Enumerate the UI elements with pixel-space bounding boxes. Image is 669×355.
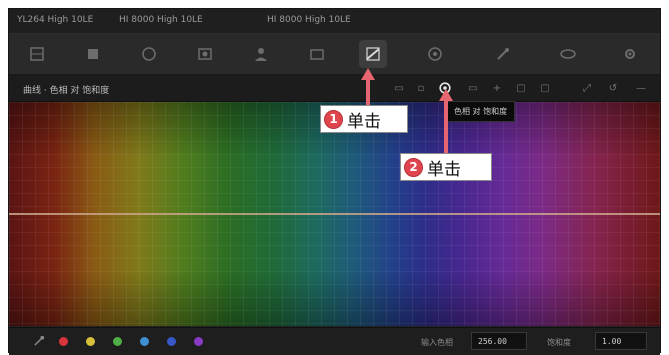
gear-icon[interactable] (616, 40, 644, 68)
reset-icon[interactable]: ↺ (605, 80, 621, 96)
person-icon[interactable] (247, 40, 275, 68)
picker-icon[interactable] (489, 40, 517, 68)
input-hue-label: 输入色相 (421, 338, 453, 347)
square-icon[interactable] (79, 40, 107, 68)
callout-2-text: 单击 (427, 159, 461, 180)
hue-vs-hue-icon[interactable]: ▫ (413, 80, 429, 96)
grid-icon[interactable] (23, 40, 51, 68)
hue-vs-lum-icon[interactable]: ▭ (465, 80, 481, 96)
swatch-cyan[interactable] (140, 337, 149, 346)
expand-icon[interactable]: ⤢ (579, 80, 595, 96)
swatch-yellow[interactable] (86, 337, 95, 346)
sat-vs-lum-icon[interactable]: ▢ (537, 80, 553, 96)
clip-title-left: YL264 High 10LE (17, 15, 94, 25)
palette-toolbar (9, 34, 660, 75)
sat-vs-sat-icon[interactable]: ▢ (513, 80, 529, 96)
more-icon[interactable]: — (633, 80, 649, 96)
lum-vs-sat-icon[interactable]: + (489, 80, 505, 96)
curves-icon[interactable] (359, 40, 387, 68)
title-bar: YL264 High 10LE HI 8000 High 10LE HI 800… (9, 9, 660, 34)
callout-2-arrow (444, 100, 448, 154)
swatch-magenta[interactable] (194, 337, 203, 346)
swatch-blue[interactable] (167, 337, 176, 346)
window-icon[interactable] (191, 40, 219, 68)
swatch-red[interactable] (59, 337, 68, 346)
curve-bottom-bar: 输入色相 256.00 饱和度 1.00 (9, 327, 660, 355)
callout-1-arrow (366, 79, 370, 106)
callout-1: 1 单击 (320, 105, 408, 133)
target-icon[interactable] (421, 40, 449, 68)
clip-title-mid: HI 8000 High 10LE (119, 15, 203, 25)
input-hue-field[interactable]: 256.00 (471, 332, 527, 350)
shape-icon[interactable] (554, 40, 582, 68)
saturation-label: 饱和度 (547, 338, 571, 347)
curves-subbar: 曲线 · 色相 对 饱和度 ▭ ▫ ▭ + ▢ ▢ ⤢ ↺ — (9, 75, 660, 102)
color-page-window: YL264 High 10LE HI 8000 High 10LE HI 800… (8, 8, 661, 355)
circle-icon[interactable] (135, 40, 163, 68)
callout-1-text: 单击 (347, 111, 381, 132)
clip-title-right: HI 8000 High 10LE (267, 15, 351, 25)
custom-curve-icon[interactable]: ▭ (391, 80, 407, 96)
hue-vs-sat-tooltip: 色相 对 饱和度 (446, 101, 516, 122)
box-icon[interactable] (303, 40, 331, 68)
saturation-field[interactable]: 1.00 (595, 332, 647, 350)
callout-2: 2 单击 (400, 153, 492, 181)
hue-vs-sat-graph[interactable] (9, 102, 660, 326)
curve-mode-label: 曲线 · 色相 对 饱和度 (23, 86, 110, 96)
callout-2-number: 2 (404, 157, 423, 177)
saturation-curve-line[interactable] (9, 213, 660, 215)
callout-1-number: 1 (324, 109, 343, 129)
swatch-green[interactable] (113, 337, 122, 346)
eyedropper-icon[interactable] (33, 334, 47, 348)
